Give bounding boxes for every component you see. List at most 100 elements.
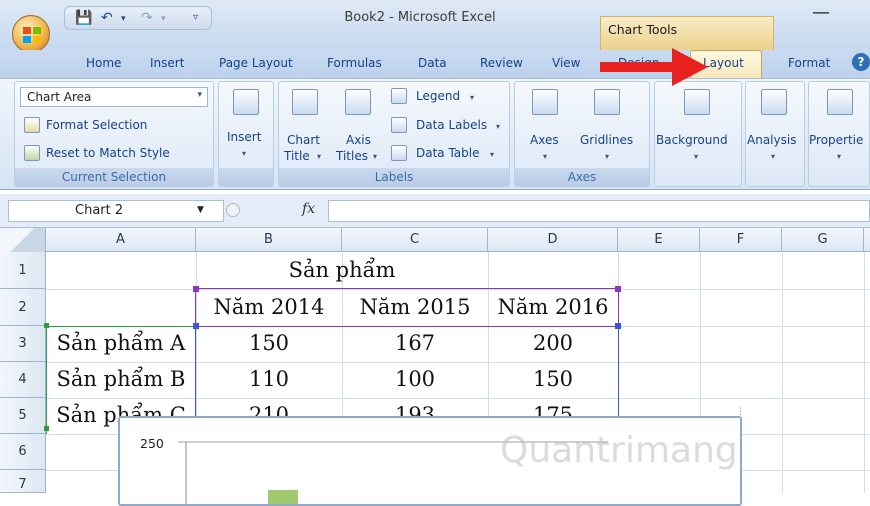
range-handle[interactable]	[615, 286, 621, 292]
gridlines-icon	[594, 89, 620, 115]
chart-title-line1[interactable]: Chart	[287, 133, 320, 147]
quick-access-toolbar: 💾 ↶ ▾ ↷ ▾ ▿	[64, 6, 212, 30]
range-handle[interactable]	[615, 323, 621, 329]
reset-style-icon	[24, 145, 40, 161]
name-box-value: Chart 2	[75, 203, 124, 218]
column-header-b[interactable]: B	[196, 228, 342, 252]
redo-icon[interactable]: ↷	[141, 10, 153, 26]
help-icon[interactable]: ?	[852, 53, 870, 71]
chevron-down-icon: ▾	[197, 90, 202, 100]
row-header-5[interactable]: 5	[0, 398, 46, 434]
window-title: Book2 - Microsoft Excel	[344, 10, 496, 25]
range-handle[interactable]	[44, 323, 49, 328]
cell-d3[interactable]: 200	[488, 331, 618, 355]
row-header-2[interactable]: 2	[0, 289, 46, 326]
cell-c3[interactable]: 167	[342, 331, 488, 355]
chevron-down-icon: ▾	[771, 152, 776, 161]
axis-titles-icon	[345, 89, 371, 115]
undo-dropdown-icon[interactable]: ▾	[121, 14, 126, 24]
undo-icon[interactable]: ↶	[101, 10, 113, 26]
group-label-current-selection: Current Selection	[15, 168, 213, 186]
cell-a3[interactable]: Sản phẩm A	[46, 331, 196, 355]
insert-button[interactable]: Insert	[227, 130, 261, 144]
range-handle[interactable]	[193, 323, 199, 329]
reset-to-match-style-button[interactable]: Reset to Match Style	[46, 146, 170, 160]
format-selection-icon	[24, 117, 40, 133]
cancel-formula-icon[interactable]	[226, 203, 240, 217]
background-button[interactable]: Background	[656, 133, 728, 147]
insert-function-icon[interactable]: fx	[302, 201, 315, 217]
row-header-7[interactable]: 7	[0, 470, 46, 493]
cell-header-san-pham[interactable]: Sản phẩm	[196, 258, 488, 282]
gridlines-button[interactable]: Gridlines	[580, 133, 633, 147]
chart-y-tick-label: 250	[140, 436, 164, 451]
group-label-labels: Labels	[279, 168, 509, 186]
chart-resize-handle[interactable]: ⋮	[736, 408, 745, 417]
cell-d2[interactable]: Năm 2016	[488, 295, 618, 319]
data-labels-button[interactable]: Data Labels	[416, 118, 487, 132]
chart-tools-label: Chart Tools	[608, 22, 678, 37]
legend-button[interactable]: Legend	[416, 89, 460, 103]
format-selection-button[interactable]: Format Selection	[46, 118, 147, 132]
tab-formulas[interactable]: Formulas	[327, 56, 382, 70]
cell-c2[interactable]: Năm 2015	[342, 295, 488, 319]
axis-titles-line2[interactable]: Titles	[336, 149, 368, 163]
cell-b3[interactable]: 150	[196, 331, 342, 355]
column-header-c[interactable]: C	[342, 228, 488, 252]
chevron-down-icon: ▾	[373, 152, 378, 161]
minimize-button[interactable]: —	[812, 2, 830, 23]
tab-page-layout[interactable]: Page Layout	[219, 56, 293, 70]
cell-b4[interactable]: 110	[196, 367, 342, 391]
chevron-down-icon: ▾	[694, 152, 699, 161]
axes-button[interactable]: Axes	[530, 133, 559, 147]
office-button[interactable]	[12, 15, 50, 53]
row-header-1[interactable]: 1	[0, 252, 46, 289]
column-header-e[interactable]: E	[618, 228, 700, 252]
data-table-button[interactable]: Data Table	[416, 146, 480, 160]
column-header-f[interactable]: F	[700, 228, 782, 252]
watermark-logo: Quantrimang	[500, 430, 738, 471]
tab-review[interactable]: Review	[480, 56, 523, 70]
tab-home[interactable]: Home	[86, 56, 121, 70]
red-arrow-annotation	[600, 48, 708, 86]
cell-d4[interactable]: 150	[488, 367, 618, 391]
column-header-d[interactable]: D	[488, 228, 618, 252]
tab-view[interactable]: View	[552, 56, 580, 70]
axis-titles-line1[interactable]: Axis	[346, 133, 371, 147]
data-table-icon	[391, 145, 407, 161]
formula-input[interactable]	[328, 200, 870, 222]
background-icon	[684, 89, 710, 115]
customize-qat-icon[interactable]: ▿	[193, 12, 198, 23]
tab-data[interactable]: Data	[418, 56, 447, 70]
chevron-down-icon: ▾	[470, 93, 475, 102]
properties-icon	[827, 89, 853, 115]
redo-dropdown-icon[interactable]: ▾	[161, 14, 166, 24]
chevron-down-icon: ▾	[496, 122, 501, 131]
select-all-corner[interactable]	[0, 228, 46, 252]
row-header-4[interactable]: 4	[0, 362, 46, 398]
chart-title-line2[interactable]: Title	[284, 149, 310, 163]
chart-title-icon	[292, 89, 318, 115]
analysis-icon	[761, 89, 787, 115]
cell-a4[interactable]: Sản phẩm B	[46, 367, 196, 391]
row-header-6[interactable]: 6	[0, 434, 46, 470]
chart-element-selector[interactable]: Chart Area ▾	[20, 87, 208, 107]
save-icon[interactable]: 💾	[75, 10, 92, 26]
tab-insert[interactable]: Insert	[150, 56, 184, 70]
column-header-g[interactable]: G	[782, 228, 864, 252]
cell-b2[interactable]: Năm 2014	[196, 295, 342, 319]
chevron-down-icon: ▾	[543, 152, 548, 161]
group-label-insert	[219, 168, 273, 186]
chart-element-value: Chart Area	[27, 90, 92, 104]
analysis-button[interactable]: Analysis	[747, 133, 796, 147]
chevron-down-icon[interactable]: ▼	[197, 205, 204, 215]
cell-c4[interactable]: 100	[342, 367, 488, 391]
formula-buttons: fx	[222, 200, 322, 222]
row-header-3[interactable]: 3	[0, 326, 46, 362]
column-header-a[interactable]: A	[46, 228, 196, 252]
tab-format[interactable]: Format	[788, 56, 830, 70]
name-box[interactable]: Chart 2	[8, 200, 224, 222]
chevron-down-icon: ▾	[605, 152, 610, 161]
properties-button[interactable]: Propertie	[809, 133, 863, 147]
range-handle[interactable]	[193, 286, 199, 292]
